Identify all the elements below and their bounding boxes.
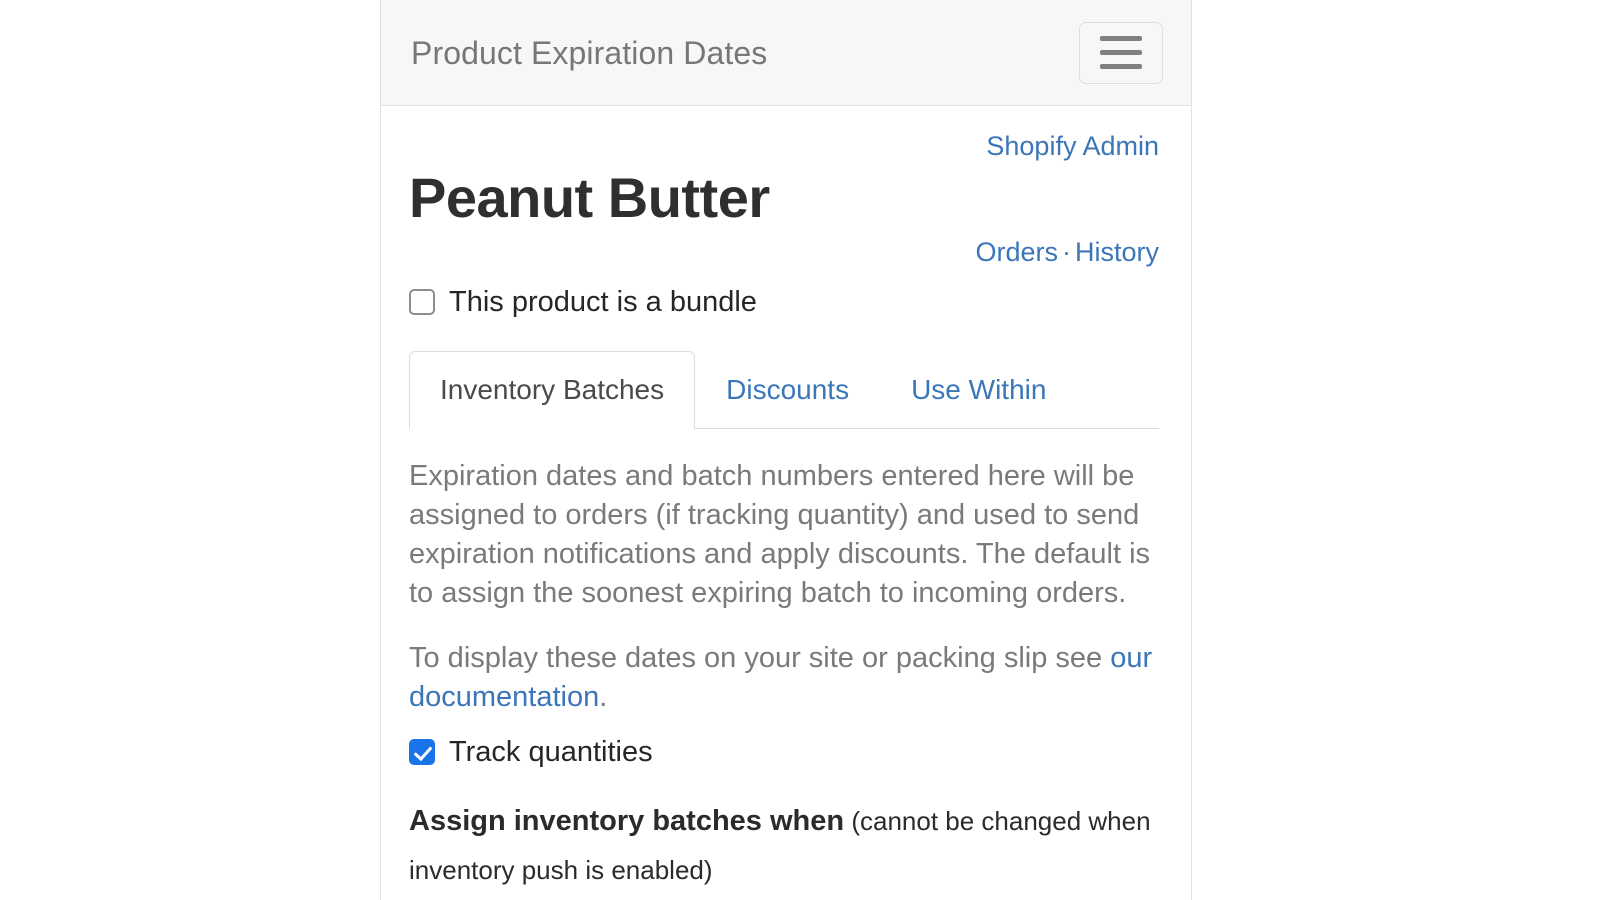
tab-use-within[interactable]: Use Within	[880, 351, 1077, 429]
hamburger-bar-1	[1100, 36, 1142, 41]
app-window: Product Expiration Dates Shopify Admin P…	[380, 0, 1192, 900]
app-title: Product Expiration Dates	[411, 34, 768, 71]
description-paragraph-1: Expiration dates and batch numbers enter…	[409, 459, 1151, 610]
hamburger-bar-3	[1100, 64, 1142, 69]
app-header-bar: Product Expiration Dates	[381, 0, 1191, 106]
tab-bar: Inventory Batches Discounts Use Within	[409, 347, 1159, 429]
track-quantities-checkbox[interactable]	[409, 739, 435, 766]
orders-link[interactable]: Orders	[975, 237, 1058, 267]
shopify-admin-link-row: Shopify Admin	[409, 106, 1159, 162]
bundle-checkbox[interactable]	[409, 289, 435, 316]
description-paragraph-2-suffix: .	[599, 681, 608, 714]
bundle-checkbox-label[interactable]: This product is a bundle	[449, 287, 757, 317]
main-content: Shopify Admin Peanut Butter Orders · Histo…	[381, 106, 1191, 900]
tab-inventory-batches[interactable]: Inventory Batches	[409, 350, 696, 429]
shopify-admin-link[interactable]: Shopify Admin	[986, 131, 1159, 161]
orders-history-link-row: Orders · History	[409, 230, 1159, 268]
track-quantities-label[interactable]: Track quantities	[449, 737, 653, 767]
description-paragraph-2-prefix: To display these dates on your site or p…	[409, 642, 1111, 675]
link-separator: ·	[1061, 237, 1071, 268]
hamburger-menu-icon[interactable]	[1079, 21, 1163, 84]
track-quantities-row[interactable]: Track quantities	[409, 737, 1159, 767]
assign-batches-label: Assign inventory batches when (cannot be…	[409, 797, 1159, 896]
history-link[interactable]: History	[1075, 237, 1159, 267]
page-title: Peanut Butter	[409, 165, 770, 229]
bundle-checkbox-row[interactable]: This product is a bundle	[409, 287, 1159, 317]
description-paragraph-2: To display these dates on your site or p…	[409, 639, 1159, 717]
assign-batches-label-strong: Assign inventory batches when	[409, 804, 845, 837]
tab-discounts[interactable]: Discounts	[695, 351, 880, 429]
hamburger-bar-2	[1100, 50, 1142, 55]
